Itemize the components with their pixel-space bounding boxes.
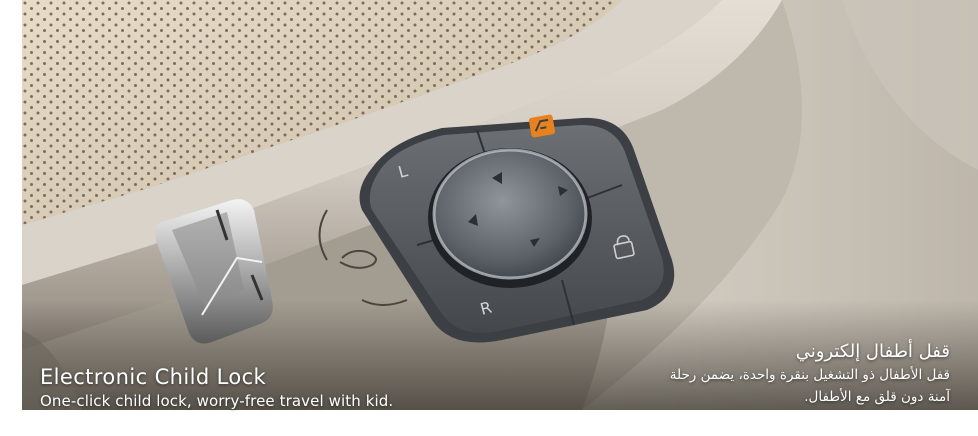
arabic-caption: قفل أطفال إلكتروني قفل الأطفال ذو التشغي… — [670, 340, 950, 408]
english-caption: Electronic Child Lock One-click child lo… — [40, 365, 393, 411]
english-title: Electronic Child Lock — [40, 365, 267, 389]
arabic-title: قفل أطفال إلكتروني — [795, 341, 950, 362]
english-subtitle: One-click child lock, worry-free travel … — [40, 392, 394, 410]
arabic-subtitle-line-2: آمنة دون قلق مع الأطفال. — [804, 389, 950, 405]
arabic-subtitle-line-1: قفل الأطفال ذو التشغيل بنقرة واحدة، يضمن… — [669, 367, 950, 383]
